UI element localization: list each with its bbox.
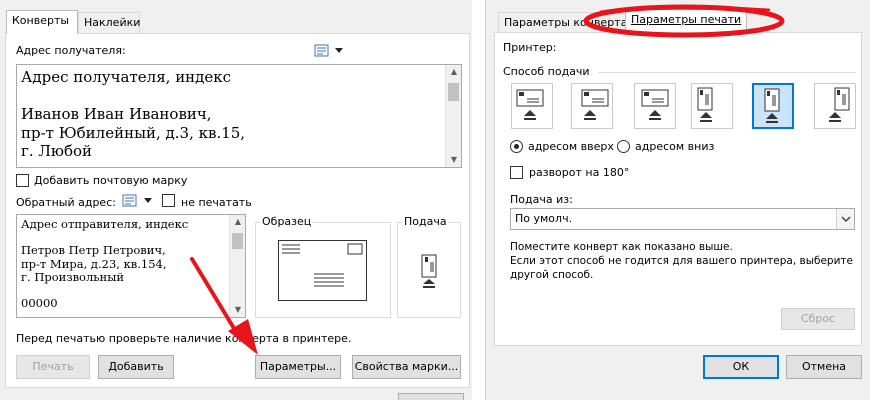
omit-return-label: не печатать: [181, 196, 252, 209]
feed-option-5-selected[interactable]: [752, 83, 794, 129]
partial-button: [398, 393, 464, 400]
recipient-label: Адрес получателя:: [16, 44, 126, 57]
add-postage-checkbox[interactable]: [16, 174, 29, 187]
feed-option-4[interactable]: [691, 83, 733, 129]
tab-envelopes[interactable]: Конверты: [6, 10, 78, 34]
annotation-arrow-icon: [190, 257, 258, 355]
address-book-icon[interactable]: [314, 44, 330, 58]
feed-label: Подача: [402, 215, 449, 228]
recipient-line: [21, 87, 457, 106]
envelope-feed-icon: [764, 88, 780, 123]
feed-from-value: По умолч.: [515, 212, 573, 225]
envelope-preview-icon[interactable]: [278, 240, 368, 302]
feed-option-1[interactable]: [511, 83, 553, 129]
face-down-label: адресом вниз: [635, 140, 715, 153]
envelope-options-dialog: Параметры конверта Параметры печати Прин…: [485, 0, 870, 400]
recipient-line: Иванов Иван Иванович,: [21, 105, 212, 123]
envelope-feed-icon[interactable]: [419, 254, 439, 290]
feed-option-2[interactable]: [571, 83, 613, 129]
rotate-label: разворот на 180°: [529, 166, 630, 179]
postage-properties-button[interactable]: Свойства марки...: [352, 355, 461, 379]
scroll-thumb[interactable]: [448, 83, 459, 101]
scroll-up-icon[interactable]: ▲: [230, 215, 245, 229]
face-up-radio[interactable]: [510, 140, 523, 153]
feed-method-separator: [598, 72, 856, 73]
envelope-feed-icon: [641, 89, 669, 120]
scroll-down-icon[interactable]: ▼: [446, 153, 461, 167]
envelope-feed-icon: [516, 89, 544, 120]
rotate-checkbox[interactable]: [510, 166, 523, 179]
recipient-line: Адрес получателя, индекс: [21, 68, 232, 86]
envelope-feed-icon: [697, 87, 713, 122]
note-line: другой способ.: [510, 269, 594, 281]
chevron-down-icon[interactable]: [836, 209, 854, 229]
envelope-feed-icon: [581, 89, 609, 120]
dropdown-arrow-icon[interactable]: [144, 198, 152, 204]
feed-from-select[interactable]: По умолч.: [510, 208, 855, 230]
note-line: Поместите конверт как показано выше.: [510, 241, 733, 253]
omit-return-checkbox[interactable]: [162, 194, 175, 207]
add-to-document-button[interactable]: Добавить: [98, 355, 174, 379]
recipient-address-box[interactable]: Адрес получателя, индекс Иванов Иван Ива…: [16, 64, 462, 168]
return-line: Адрес отправителя, индекс: [21, 217, 189, 231]
feed-option-6[interactable]: [814, 83, 856, 129]
recipient-line: г. Любой: [21, 142, 93, 160]
scroll-up-icon[interactable]: ▲: [446, 65, 461, 79]
preview-label: Образец: [260, 215, 314, 228]
add-postage-label: Добавить почтовую марку: [34, 174, 188, 187]
feed-method-label: Способ подачи: [503, 65, 590, 78]
feed-from-label: Подача из:: [510, 193, 573, 206]
annotation-ellipse-icon: [583, 4, 785, 38]
note-line: Если этот способ не годится для вашего п…: [510, 255, 853, 267]
printer-label: Принтер:: [503, 41, 557, 54]
ok-button[interactable]: ОК: [703, 355, 779, 379]
address-book-icon[interactable]: [122, 194, 138, 208]
print-button[interactable]: Печать: [16, 355, 90, 379]
recipient-scrollbar[interactable]: ▲ ▼: [445, 65, 461, 167]
cancel-button[interactable]: Отмена: [786, 355, 862, 379]
face-up-label: адресом вверх: [528, 140, 614, 153]
scroll-thumb[interactable]: [232, 233, 243, 249]
face-down-radio[interactable]: [617, 140, 630, 153]
tab-labels[interactable]: Наклейки: [78, 12, 140, 34]
envelope-feed-icon: [829, 87, 850, 122]
recipient-line: пр-т Юбилейный, д.3, кв.15,: [21, 123, 246, 142]
feed-option-3[interactable]: [634, 83, 676, 129]
dropdown-arrow-icon[interactable]: [335, 48, 343, 54]
reset-button[interactable]: Сброс: [781, 308, 855, 330]
return-address-label: Обратный адрес:: [16, 196, 116, 209]
printing-options-panel: [494, 32, 862, 346]
